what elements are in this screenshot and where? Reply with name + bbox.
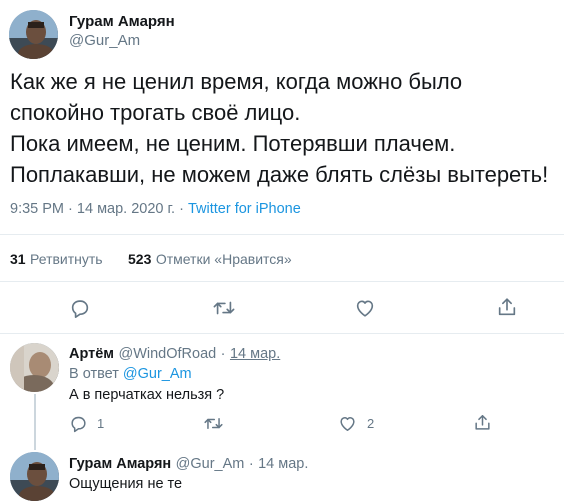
share-icon[interactable]	[496, 296, 518, 318]
tweet-text-line: Пока имеем, не ценим. Потерявши плачем.	[10, 131, 456, 156]
reply-icon[interactable]	[69, 414, 88, 433]
reply-author-handle[interactable]: @Gur_Am	[176, 456, 245, 472]
reply-author-handle[interactable]: @WindOfRoad	[118, 346, 216, 362]
retweets-count: 31	[10, 251, 26, 267]
tweet-time[interactable]: 9:35 PM	[10, 201, 64, 217]
thread-line	[34, 394, 36, 450]
reply-header: Артём @WindOfRoad · 14 мар.	[69, 345, 280, 363]
reply-date[interactable]: 14 мар.	[230, 346, 280, 362]
reply-avatar[interactable]	[10, 343, 59, 392]
tweet-text: Как же я не ценил время, когда можно был…	[10, 66, 560, 190]
likes-count: 523	[128, 251, 152, 267]
reply-to-handle[interactable]: @Gur_Am	[123, 366, 192, 382]
reply-count: 1	[97, 416, 105, 431]
retweet-icon[interactable]	[212, 297, 236, 319]
retweets-stat[interactable]: 31 Ретвитнуть	[10, 251, 103, 269]
divider	[0, 234, 564, 235]
meta-separator: ·	[248, 456, 254, 472]
divider	[0, 281, 564, 282]
tweet-text-line: Поплакавши, не можем даже блять слёзы вы…	[10, 162, 549, 187]
likes-label: Отметки «Нравится»	[155, 251, 292, 267]
author-avatar[interactable]	[9, 10, 58, 59]
meta-separator: ·	[220, 346, 226, 362]
meta-separator: ·	[68, 201, 73, 217]
tweet-source[interactable]: Twitter for iPhone	[188, 201, 301, 217]
retweets-label: Ретвитнуть	[30, 251, 103, 267]
reply-to-line: В ответ @Gur_Am	[69, 366, 192, 382]
like-icon[interactable]	[354, 297, 376, 319]
tweet-meta: 9:35 PM · 14 мар. 2020 г. · Twitter for …	[10, 201, 301, 217]
reply-text: Ощущения не те	[69, 476, 183, 492]
meta-separator: ·	[179, 201, 184, 217]
reply-header: Гурам Амарян @Gur_Am · 14 мар.	[69, 455, 308, 473]
retweet-icon[interactable]	[203, 414, 224, 433]
share-icon[interactable]	[473, 413, 492, 432]
reply-author-name[interactable]: Гурам Амарян	[69, 456, 171, 472]
author-name[interactable]: Гурам Амарян	[69, 13, 175, 30]
tweet-date[interactable]: 14 мар. 2020 г.	[77, 201, 175, 217]
reply-date[interactable]: 14 мар.	[258, 456, 308, 472]
reply-text: А в перчатках нельзя ?	[69, 387, 225, 403]
like-icon[interactable]	[338, 414, 357, 433]
author-handle[interactable]: @Gur_Am	[69, 32, 140, 49]
reply-author-name[interactable]: Артём	[69, 346, 114, 362]
like-count: 2	[367, 416, 375, 431]
reply-avatar[interactable]	[10, 452, 59, 501]
likes-stat[interactable]: 523 Отметки «Нравится»	[128, 251, 292, 269]
tweet-text-line: Как же я не ценил время, когда можно был…	[10, 69, 463, 94]
reply-icon[interactable]	[69, 297, 91, 319]
tweet-text-line: спокойно трогать своё лицо.	[10, 100, 301, 125]
divider	[0, 333, 564, 334]
reply-to-prefix: В ответ	[69, 366, 119, 382]
